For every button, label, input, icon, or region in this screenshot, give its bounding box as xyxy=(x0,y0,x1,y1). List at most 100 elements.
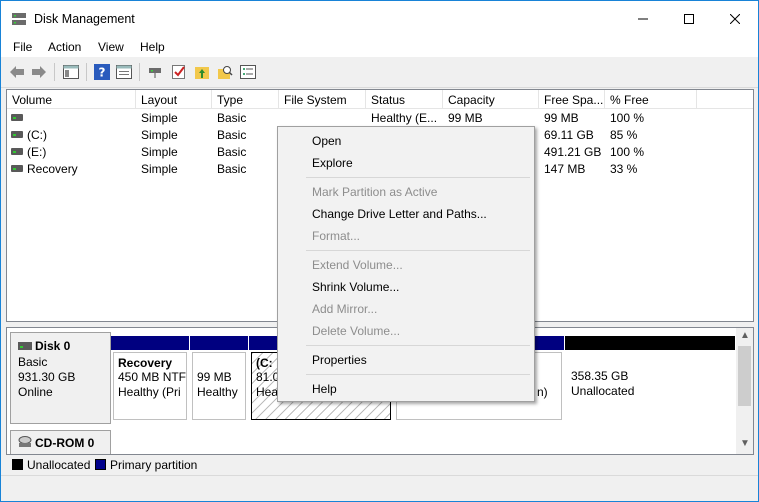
cell-percent-free: 100 % xyxy=(610,111,645,125)
cell-free-space: 147 MB xyxy=(544,162,586,176)
cell-volume: (E:) xyxy=(27,145,47,159)
column-percent-free[interactable]: % Free xyxy=(605,90,697,109)
legend-primary-label: Primary partition xyxy=(110,458,198,472)
console-tree-icon xyxy=(63,65,79,79)
connect-icon xyxy=(149,68,161,78)
menu-item-properties[interactable]: Properties xyxy=(278,349,534,371)
menu-action[interactable]: Action xyxy=(48,40,81,54)
column-capacity[interactable]: Capacity xyxy=(443,90,539,109)
menu-item-explore[interactable]: Explore xyxy=(278,152,534,174)
legend: Unallocated Primary partition xyxy=(6,456,754,474)
partition-line1: 358.35 GB xyxy=(571,369,629,383)
properties-button[interactable] xyxy=(115,63,133,81)
window-title: Disk Management xyxy=(34,12,135,26)
cell-volume: (C:) xyxy=(27,128,47,142)
disk-0-name: Disk 0 xyxy=(35,339,71,353)
connect-button[interactable] xyxy=(146,63,164,81)
partition-title: Recovery xyxy=(118,356,173,370)
cd-rom-icon xyxy=(18,436,32,447)
close-button[interactable] xyxy=(712,1,758,37)
menu-item-open[interactable]: Open xyxy=(278,130,534,152)
menu-view[interactable]: View xyxy=(98,40,124,54)
menu-separator xyxy=(306,374,530,375)
partition-line1: 81.0 xyxy=(256,370,280,384)
partition-line2: Healthy xyxy=(197,385,238,399)
menu-item-change-drive-letter[interactable]: Change Drive Letter and Paths... xyxy=(278,203,534,225)
menu-separator xyxy=(306,177,530,178)
cell-percent-free: 100 % xyxy=(610,145,645,159)
menu-item-extend: Extend Volume... xyxy=(312,258,403,272)
disk-0-label[interactable]: Disk 0 Basic 931.30 GB Online xyxy=(10,332,111,424)
cell-percent-free: 85 % xyxy=(610,128,638,142)
menu-item-shrink[interactable]: Shrink Volume... xyxy=(278,276,534,298)
partition-recovery[interactable]: Recovery 450 MB NTF Healthy (Pri xyxy=(111,336,189,422)
menu-item-add-mirror: Add Mirror... xyxy=(312,302,378,316)
disk-management-icon xyxy=(12,13,26,25)
check-button[interactable] xyxy=(170,63,188,81)
partition-line2: Healthy (Pri xyxy=(118,385,181,399)
disk-0-type: Basic xyxy=(18,355,48,369)
console-tree-button[interactable] xyxy=(62,63,80,81)
back-button[interactable] xyxy=(8,63,26,81)
disk-0-size: 931.30 GB xyxy=(18,370,76,384)
scroll-up-icon[interactable]: ▲ xyxy=(740,330,750,341)
partition-title: (C: xyxy=(256,356,273,370)
disk-view-scrollbar[interactable]: ▲ ▼ xyxy=(736,328,753,454)
table-row[interactable]: Simple Basic Healthy (E... 99 MB 99 MB 1… xyxy=(7,110,753,127)
menu-file[interactable]: File xyxy=(13,40,32,54)
menu-item-format: Format... xyxy=(312,229,361,243)
partition-unallocated[interactable]: 358.35 GB Unallocated xyxy=(565,336,735,422)
forward-arrow-icon xyxy=(32,66,46,78)
cell-layout: Simple xyxy=(141,162,178,176)
partition-body: 358.35 GB Unallocated xyxy=(567,352,733,420)
help-button[interactable]: ? xyxy=(93,63,111,81)
partition-line2: Unallocated xyxy=(571,384,635,398)
drive-icon xyxy=(11,148,23,155)
back-arrow-icon xyxy=(10,66,24,78)
legend-primary-swatch xyxy=(95,459,106,470)
forward-button[interactable] xyxy=(30,63,48,81)
column-layout[interactable]: Layout xyxy=(136,90,212,109)
properties-icon xyxy=(116,65,132,79)
cdrom-0-name: CD-ROM 0 xyxy=(35,436,95,450)
cdrom-0-label[interactable]: CD-ROM 0 xyxy=(10,430,111,454)
toolbar-separator xyxy=(139,63,140,81)
search-folder-icon xyxy=(218,66,233,79)
column-free-space[interactable]: Free Spa... xyxy=(539,90,605,109)
minimize-button[interactable] xyxy=(620,1,666,37)
column-type[interactable]: Type xyxy=(212,90,279,109)
menu-help[interactable]: Help xyxy=(140,40,165,54)
legend-unallocated-label: Unallocated xyxy=(27,458,91,472)
help-icon: ? xyxy=(94,64,110,80)
partition-line1: 99 MB xyxy=(197,370,232,384)
scroll-thumb[interactable] xyxy=(738,346,751,406)
disk-0-state: Online xyxy=(18,385,53,399)
search-folder-button[interactable] xyxy=(216,63,234,81)
maximize-button[interactable] xyxy=(666,1,712,37)
partition-bar xyxy=(565,336,735,350)
folder-up-icon xyxy=(195,67,209,79)
context-menu: Open Explore Mark Partition as Active Ch… xyxy=(277,126,535,402)
cell-capacity: 99 MB xyxy=(448,111,483,125)
disk-icon xyxy=(18,342,32,350)
list-button[interactable] xyxy=(239,63,257,81)
column-volume[interactable]: Volume xyxy=(7,90,136,109)
check-icon xyxy=(172,65,185,79)
partition-efi[interactable]: 99 MB Healthy xyxy=(190,336,248,422)
menu-item-help[interactable]: Help xyxy=(278,378,534,400)
cell-free-space: 99 MB xyxy=(544,111,579,125)
cell-type: Basic xyxy=(217,128,247,142)
cell-type: Basic xyxy=(217,162,247,176)
column-file-system[interactable]: File System xyxy=(279,90,366,109)
menu-separator xyxy=(306,345,530,346)
cell-layout: Simple xyxy=(141,145,178,159)
volume-list-header: Volume Layout Type File System Status Ca… xyxy=(7,90,753,109)
drive-icon xyxy=(11,114,23,121)
folder-up-button[interactable] xyxy=(193,63,211,81)
legend-unallocated-swatch xyxy=(12,459,23,470)
minimize-icon xyxy=(638,18,648,20)
scroll-down-icon[interactable]: ▼ xyxy=(740,438,750,449)
column-status[interactable]: Status xyxy=(366,90,443,109)
cell-volume: Recovery xyxy=(27,162,78,176)
cell-free-space: 491.21 GB xyxy=(544,145,602,159)
